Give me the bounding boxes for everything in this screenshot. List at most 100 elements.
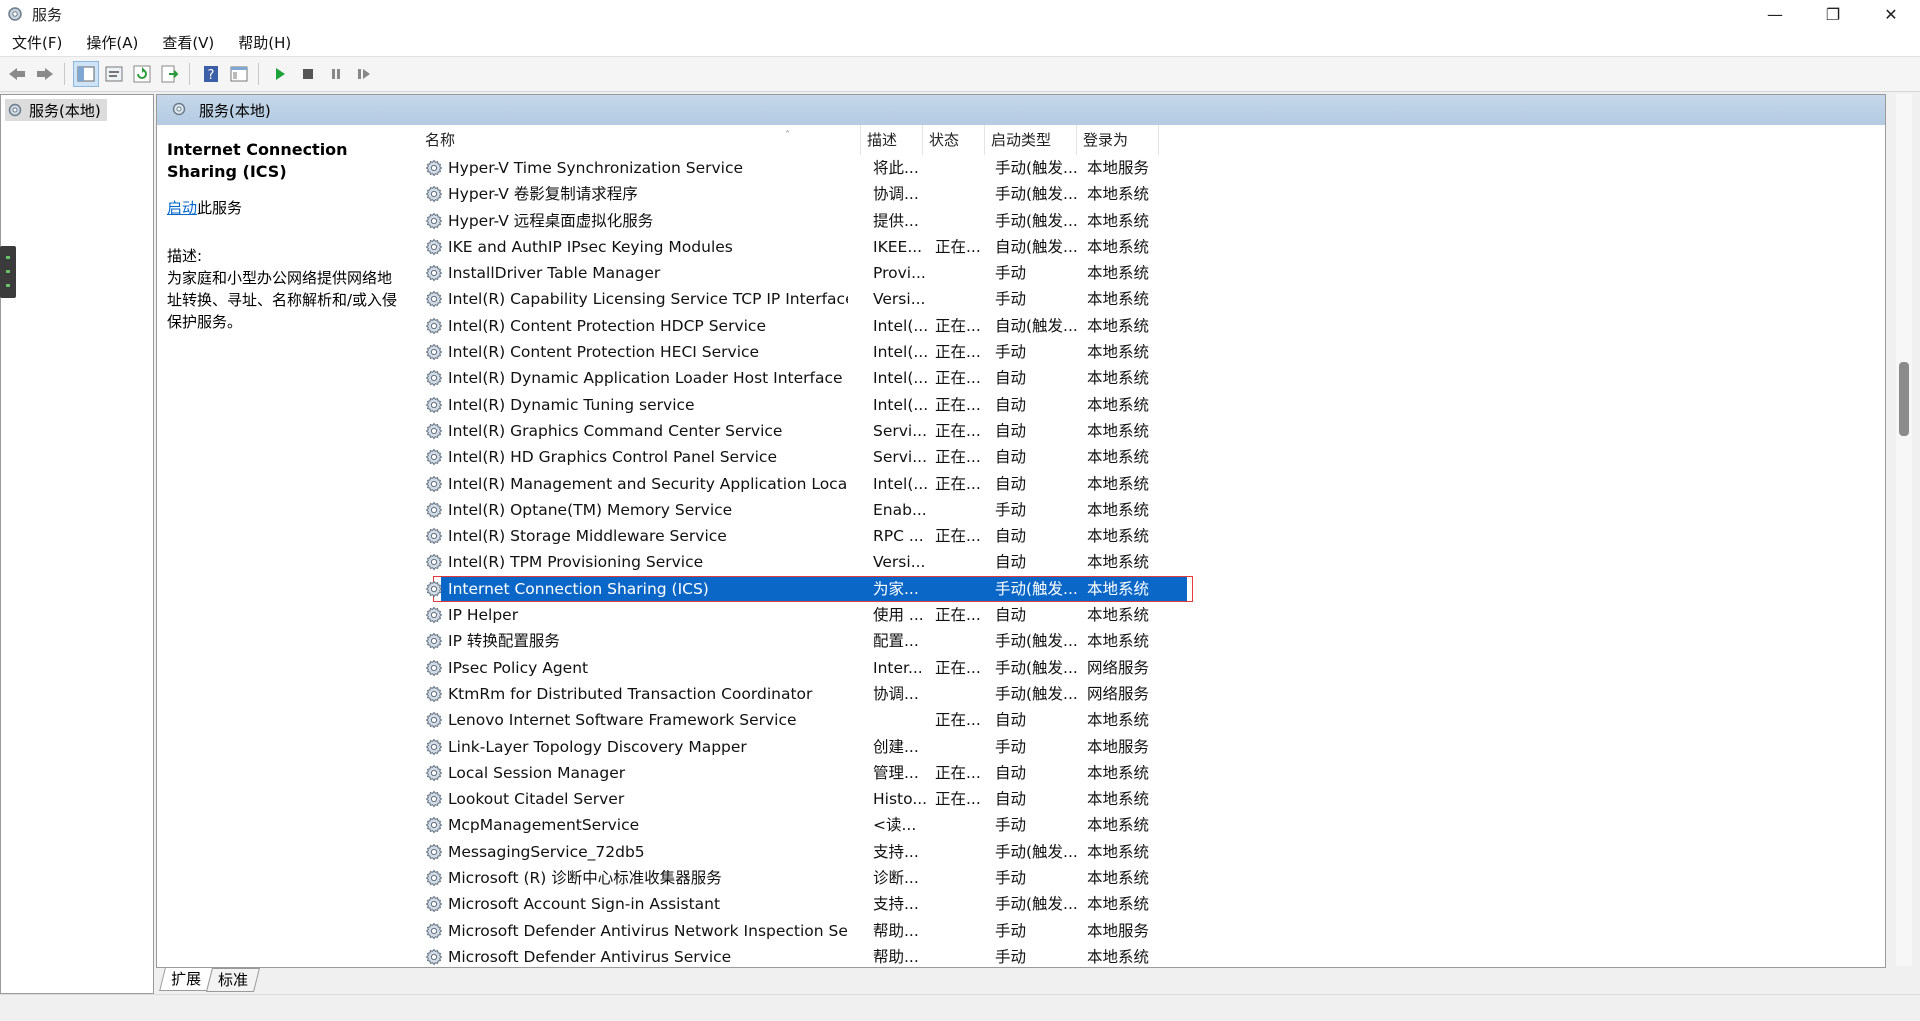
service-row[interactable]: Hyper-V 远程桌面虚拟化服务 提供... 手动(触发... 本地系统 bbox=[413, 208, 1853, 234]
service-row[interactable]: IP 转换配置服务 配置... 手动(触发... 本地系统 bbox=[413, 628, 1853, 654]
service-row[interactable]: Intel(R) Capability Licensing Service TC… bbox=[413, 286, 1853, 312]
service-row[interactable]: Lookout Citadel Server Histo... 正在... 自动 本地系… bbox=[413, 786, 1853, 812]
service-row[interactable]: Intel(R) Dynamic Application Loader Host… bbox=[413, 365, 1853, 391]
service-status: 正在... bbox=[935, 763, 981, 782]
tab-extended-label: 扩展 bbox=[171, 970, 202, 988]
services-gear-icon bbox=[8, 103, 22, 117]
console-view-icon[interactable] bbox=[226, 61, 252, 87]
column-header-name[interactable]: 名称 ˄ bbox=[413, 125, 861, 155]
show-hide-tree-icon[interactable] bbox=[73, 61, 99, 87]
service-row[interactable]: Intel(R) HD Graphics Control Panel Servi… bbox=[413, 444, 1853, 470]
tab-standard[interactable]: 标准 bbox=[206, 968, 261, 992]
service-gear-icon bbox=[425, 632, 443, 650]
service-description: Inter... bbox=[873, 658, 923, 677]
menu-help[interactable]: 帮助(H) bbox=[226, 32, 303, 53]
start-service-icon[interactable] bbox=[267, 61, 293, 87]
service-logon-as: 网络服务 bbox=[1087, 658, 1150, 677]
service-name: Intel(R) Storage Middleware Service bbox=[448, 527, 727, 546]
side-grip-handle[interactable] bbox=[0, 246, 16, 298]
service-row[interactable]: Intel(R) Content Protection HDCP Service… bbox=[413, 313, 1853, 339]
minimize-icon[interactable]: — bbox=[1746, 0, 1804, 28]
service-logon-as: 本地服务 bbox=[1087, 159, 1150, 177]
service-row[interactable]: Intel(R) Dynamic Tuning service Intel(...… bbox=[413, 392, 1853, 418]
service-gear-icon bbox=[425, 317, 443, 335]
stop-service-icon[interactable] bbox=[295, 61, 321, 87]
service-description: 帮助... bbox=[873, 921, 919, 940]
service-status bbox=[935, 944, 991, 967]
service-status bbox=[935, 576, 991, 602]
menu-view[interactable]: 查看(V) bbox=[150, 32, 226, 53]
service-row[interactable]: Microsoft Defender Antivirus Service 帮助..… bbox=[413, 944, 1853, 967]
service-row[interactable]: IP Helper 使用 ... 正在... 自动 本地系统 bbox=[413, 602, 1853, 628]
service-gear-icon bbox=[425, 212, 443, 230]
service-startup-type: 手动(触发... bbox=[995, 842, 1078, 861]
menu-file[interactable]: 文件(F) bbox=[0, 32, 74, 53]
start-service-line: 启动此服务 bbox=[167, 197, 405, 219]
service-row[interactable]: Intel(R) Graphics Command Center Service… bbox=[413, 418, 1853, 444]
back-icon[interactable] bbox=[4, 61, 30, 87]
service-row[interactable]: Microsoft Account Sign-in Assistant 支持...… bbox=[413, 891, 1853, 917]
service-row[interactable]: Intel(R) Optane(TM) Memory Service Enab..… bbox=[413, 497, 1853, 523]
service-row[interactable]: Intel(R) TPM Provisioning Service Versi..… bbox=[413, 549, 1853, 575]
service-row[interactable]: Microsoft (R) 诊断中心标准收集器服务 诊断... 手动 本地系统 bbox=[413, 865, 1853, 891]
service-row[interactable]: MessagingService_72db5 支持... 手动(触发... 本地系统 bbox=[413, 839, 1853, 865]
service-status: 正在... bbox=[935, 711, 981, 730]
close-icon[interactable]: ✕ bbox=[1862, 0, 1920, 28]
service-row[interactable]: IKE and AuthIP IPsec Keying Modules IKEE.… bbox=[413, 234, 1853, 260]
service-logon-as: 本地系统 bbox=[1087, 632, 1150, 651]
service-row[interactable]: IPsec Policy Agent Inter... 正在... 手动(触发... 网… bbox=[413, 655, 1853, 681]
service-row[interactable]: Microsoft Defender Antivirus Network Ins… bbox=[413, 918, 1853, 944]
service-description: Intel(... bbox=[873, 395, 929, 414]
column-header-description[interactable]: 描述 bbox=[861, 125, 923, 155]
service-row[interactable]: McpManagementService <读... 手动 本地系统 bbox=[413, 812, 1853, 838]
service-row[interactable]: Intel(R) Storage Middleware Service RPC .… bbox=[413, 523, 1853, 549]
forward-icon[interactable] bbox=[32, 61, 58, 87]
service-status: 正在... bbox=[935, 395, 981, 414]
service-gear-icon bbox=[425, 606, 443, 624]
svg-text:?: ? bbox=[208, 68, 215, 83]
service-status: 正在... bbox=[935, 421, 981, 440]
service-name: Microsoft (R) 诊断中心标准收集器服务 bbox=[448, 869, 722, 888]
service-startup-type: 手动 bbox=[995, 947, 1027, 966]
service-row[interactable]: Link-Layer Topology Discovery Mapper 创建..… bbox=[413, 734, 1853, 760]
refresh-icon[interactable] bbox=[129, 61, 155, 87]
export-list-icon[interactable] bbox=[157, 61, 183, 87]
service-row[interactable]: Local Session Manager 管理... 正在... 自动 本地系统 bbox=[413, 760, 1853, 786]
service-row[interactable]: Hyper-V Time Synchronization Service 将此..… bbox=[413, 155, 1853, 181]
service-row[interactable]: Hyper-V 卷影复制请求程序 协调... 手动(触发... 本地系统 bbox=[413, 181, 1853, 207]
service-name: Intel(R) Capability Licensing Service TC… bbox=[448, 290, 848, 309]
service-gear-icon bbox=[425, 448, 443, 466]
service-description: RPC ... bbox=[873, 527, 924, 546]
column-header-startup-type[interactable]: 启动类型 bbox=[985, 125, 1077, 155]
tab-extended[interactable]: 扩展 bbox=[159, 968, 213, 991]
service-gear-icon bbox=[425, 580, 443, 598]
service-row[interactable]: KtmRm for Distributed Transaction Coordi… bbox=[413, 681, 1853, 707]
service-name: Local Session Manager bbox=[448, 763, 626, 782]
column-header-status[interactable]: 状态 bbox=[923, 125, 985, 155]
scrollbar-thumb[interactable] bbox=[1899, 362, 1909, 436]
service-row[interactable]: Internet Connection Sharing (ICS) 为家... 手动… bbox=[413, 575, 1853, 602]
tree-item-services-local[interactable]: 服务(本地) bbox=[5, 99, 107, 121]
service-gear-icon bbox=[425, 238, 443, 256]
service-status bbox=[935, 628, 991, 654]
vertical-scrollbar[interactable] bbox=[1896, 94, 1912, 966]
properties-icon[interactable] bbox=[101, 61, 127, 87]
start-service-link[interactable]: 启动 bbox=[167, 199, 197, 217]
service-row[interactable]: Intel(R) Content Protection HECI Service… bbox=[413, 339, 1853, 365]
service-logon-as: 本地系统 bbox=[1087, 711, 1150, 730]
toolbar: ? bbox=[0, 57, 1920, 92]
column-header-logon-as[interactable]: 登录为 bbox=[1077, 125, 1159, 155]
service-gear-icon bbox=[425, 290, 443, 308]
help-icon[interactable]: ? bbox=[198, 61, 224, 87]
service-description: 协调... bbox=[873, 185, 919, 204]
service-startup-type: 手动 bbox=[995, 290, 1027, 309]
resume-service-icon[interactable] bbox=[351, 61, 377, 87]
service-row[interactable]: Lenovo Internet Software Framework Servi… bbox=[413, 707, 1853, 733]
restore-icon[interactable]: ❐ bbox=[1804, 0, 1862, 28]
menu-action[interactable]: 操作(A) bbox=[74, 32, 150, 53]
service-row[interactable]: Intel(R) Management and Security Applica… bbox=[413, 471, 1853, 497]
service-status: 正在... bbox=[935, 658, 981, 677]
service-startup-type: 自动 bbox=[995, 474, 1027, 493]
service-row[interactable]: InstallDriver Table Manager Provi... 手动 本地系… bbox=[413, 260, 1853, 286]
pause-service-icon[interactable] bbox=[323, 61, 349, 87]
